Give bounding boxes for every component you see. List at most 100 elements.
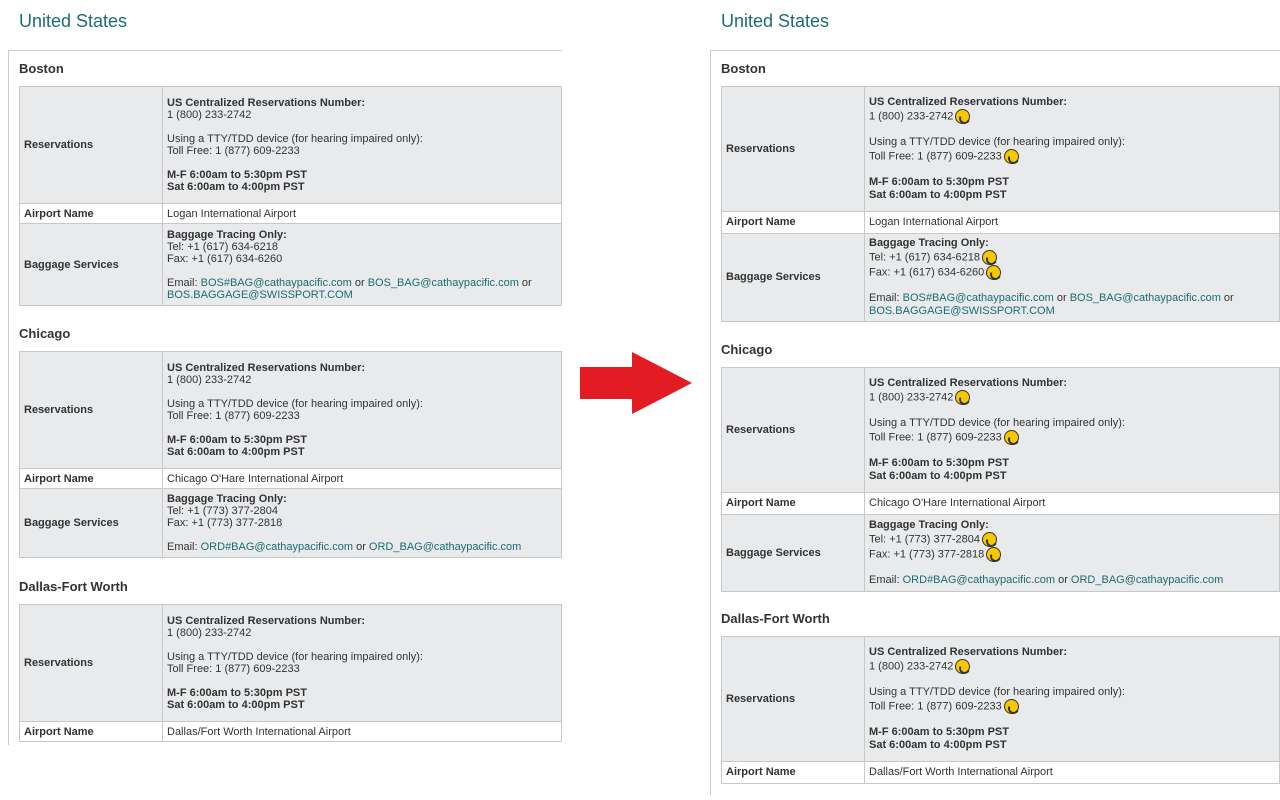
email-link[interactable]: ORD_BAG@cathaypacific.com bbox=[1071, 574, 1223, 586]
phone-icon[interactable] bbox=[982, 250, 998, 265]
phone-icon[interactable] bbox=[955, 659, 971, 674]
airport-name-value: Chicago O'Hare International Airport bbox=[162, 468, 562, 489]
toll-free-line: Toll Free: 1 (877) 609-2233 bbox=[869, 149, 1275, 164]
table-row: Reservations US Centralized Reservations… bbox=[721, 636, 1280, 762]
phone-icon[interactable] bbox=[1003, 430, 1019, 445]
email-link[interactable]: BOS#BAG@cathaypacific.com bbox=[903, 292, 1054, 304]
tel-line: Tel: +1 (617) 634-6218 bbox=[167, 240, 279, 253]
table-row: Airport Name Dallas/Fort Worth Internati… bbox=[19, 721, 562, 742]
fax-line: Fax: +1 (773) 377-2818 bbox=[869, 547, 1275, 562]
reservations-title: US Centralized Reservations Number: bbox=[869, 646, 1068, 658]
table-row: Airport Name Dallas/Fort Worth Internati… bbox=[721, 761, 1280, 784]
email-line: Email: ORD#BAG@cathaypacific.com or ORD_… bbox=[869, 574, 1224, 586]
airport-name-value: Logan International Airport bbox=[864, 211, 1280, 234]
table-row: Baggage Services Baggage Tracing Only: T… bbox=[19, 223, 562, 306]
email-line: Email: BOS#BAG@cathaypacific.com or BOS_… bbox=[869, 292, 1234, 317]
phone-icon[interactable] bbox=[982, 532, 998, 547]
reservations-cell: US Centralized Reservations Number: 1 (8… bbox=[864, 86, 1280, 212]
reservations-title: US Centralized Reservations Number: bbox=[167, 97, 366, 109]
phone-icon[interactable] bbox=[955, 109, 971, 124]
reservations-cell: US Centralized Reservations Number: 1 (8… bbox=[162, 351, 562, 469]
reservations-cell: US Centralized Reservations Number: 1 (8… bbox=[162, 86, 562, 204]
table-row: Airport Name Logan International Airport bbox=[721, 211, 1280, 234]
baggage-title: Baggage Tracing Only: bbox=[167, 228, 287, 241]
phone-icon[interactable] bbox=[1003, 699, 1019, 714]
baggage-services-label: Baggage Services bbox=[721, 514, 865, 592]
info-table-dallas: Reservations US Centralized Reservations… bbox=[19, 604, 562, 742]
airport-name-label: Airport Name bbox=[19, 203, 163, 224]
baggage-services-label: Baggage Services bbox=[19, 488, 163, 558]
table-row: Reservations US Centralized Reservations… bbox=[721, 86, 1280, 212]
email-link[interactable]: BOS_BAG@cathaypacific.com bbox=[1070, 292, 1221, 304]
baggage-services-cell: Baggage Tracing Only: Tel: +1 (617) 634-… bbox=[162, 223, 562, 306]
table-row: Reservations US Centralized Reservations… bbox=[19, 604, 562, 722]
hours-saturday: Sat 6:00am to 4:00pm PST bbox=[167, 181, 305, 193]
info-table-dallas: Reservations US Centralized Reservations… bbox=[721, 636, 1280, 784]
email-link[interactable]: BOS#BAG@cathaypacific.com bbox=[201, 277, 352, 289]
email-link[interactable]: ORD#BAG@cathaypacific.com bbox=[903, 574, 1055, 586]
hours-saturday: Sat 6:00am to 4:00pm PST bbox=[167, 446, 305, 458]
info-table-chicago: Reservations US Centralized Reservations… bbox=[19, 351, 562, 558]
table-row: Reservations US Centralized Reservations… bbox=[19, 86, 562, 204]
reservations-title: US Centralized Reservations Number: bbox=[167, 362, 366, 374]
reservations-title: US Centralized Reservations Number: bbox=[869, 96, 1068, 108]
tty-label: Using a TTY/TDD device (for hearing impa… bbox=[167, 133, 423, 145]
tty-label: Using a TTY/TDD device (for hearing impa… bbox=[167, 398, 423, 410]
table-row: Reservations US Centralized Reservations… bbox=[721, 367, 1280, 493]
baggage-title: Baggage Tracing Only: bbox=[869, 237, 989, 249]
toll-free-line: Toll Free: 1 (877) 609-2233 bbox=[869, 430, 1275, 445]
fax-line: Fax: +1 (773) 377-2818 bbox=[167, 517, 283, 529]
toll-free-line: Toll Free: 1 (877) 609-2233 bbox=[167, 663, 300, 675]
fax-line: Fax: +1 (617) 634-6260 bbox=[869, 265, 1275, 280]
airport-name-label: Airport Name bbox=[721, 211, 865, 234]
email-line: Email: BOS#BAG@cathaypacific.com or BOS_… bbox=[167, 276, 532, 301]
hours-weekday: M-F 6:00am to 5:30pm PST bbox=[167, 434, 307, 446]
email-link[interactable]: BOS.BAGGAGE@SWISSPORT.COM bbox=[167, 289, 353, 301]
baggage-title: Baggage Tracing Only: bbox=[869, 519, 989, 531]
email-link[interactable]: BOS.BAGGAGE@SWISSPORT.COM bbox=[869, 305, 1055, 317]
info-table-boston: Reservations US Centralized Reservations… bbox=[721, 86, 1280, 322]
tel-line: Tel: +1 (773) 377-2804 bbox=[869, 532, 1275, 547]
right-arrow-icon bbox=[580, 352, 692, 414]
table-row: Baggage Services Baggage Tracing Only: T… bbox=[721, 514, 1280, 592]
table-row: Airport Name Chicago O'Hare Internationa… bbox=[19, 468, 562, 489]
reservations-label: Reservations bbox=[721, 367, 865, 493]
hours-weekday: M-F 6:00am to 5:30pm PST bbox=[869, 726, 1009, 738]
after-panel: United States Boston Reservations US Cen… bbox=[710, 0, 1280, 800]
toll-free-line: Toll Free: 1 (877) 609-2233 bbox=[167, 145, 300, 157]
phone-icon[interactable] bbox=[1003, 149, 1019, 164]
hours-saturday: Sat 6:00am to 4:00pm PST bbox=[869, 739, 1007, 751]
email-link[interactable]: ORD#BAG@cathaypacific.com bbox=[201, 541, 353, 553]
phone-icon[interactable] bbox=[986, 547, 1002, 562]
reservations-cell: US Centralized Reservations Number: 1 (8… bbox=[864, 636, 1280, 762]
hours-saturday: Sat 6:00am to 4:00pm PST bbox=[869, 470, 1007, 482]
email-link[interactable]: BOS_BAG@cathaypacific.com bbox=[368, 277, 519, 289]
city-heading-chicago: Chicago bbox=[19, 326, 71, 341]
airport-name-value: Chicago O'Hare International Airport bbox=[864, 492, 1280, 515]
tel-line: Tel: +1 (617) 634-6218 bbox=[869, 250, 1275, 265]
city-heading-dallas: Dallas-Fort Worth bbox=[721, 611, 830, 626]
reservations-number-line: 1 (800) 233-2742 bbox=[869, 659, 1275, 674]
country-title: United States bbox=[721, 11, 830, 31]
airport-name-value: Dallas/Fort Worth International Airport bbox=[162, 721, 562, 742]
email-link[interactable]: ORD_BAG@cathaypacific.com bbox=[369, 541, 521, 553]
hours-weekday: M-F 6:00am to 5:30pm PST bbox=[869, 176, 1009, 188]
hours-weekday: M-F 6:00am to 5:30pm PST bbox=[167, 687, 307, 699]
reservations-cell: US Centralized Reservations Number: 1 (8… bbox=[162, 604, 562, 722]
reservations-number: 1 (800) 233-2742 bbox=[167, 374, 252, 386]
reservations-number-line: 1 (800) 233-2742 bbox=[869, 390, 1275, 405]
reservations-title: US Centralized Reservations Number: bbox=[869, 377, 1068, 389]
tty-label: Using a TTY/TDD device (for hearing impa… bbox=[869, 417, 1125, 429]
city-heading-boston: Boston bbox=[721, 61, 766, 76]
country-title: United States bbox=[19, 11, 128, 31]
reservations-cell: US Centralized Reservations Number: 1 (8… bbox=[864, 367, 1280, 493]
tty-label: Using a TTY/TDD device (for hearing impa… bbox=[869, 686, 1125, 698]
fax-line: Fax: +1 (617) 634-6260 bbox=[167, 252, 283, 265]
hours-weekday: M-F 6:00am to 5:30pm PST bbox=[167, 169, 307, 181]
city-heading-dallas: Dallas-Fort Worth bbox=[19, 579, 128, 594]
hours-weekday: M-F 6:00am to 5:30pm PST bbox=[869, 457, 1009, 469]
baggage-services-cell: Baggage Tracing Only: Tel: +1 (773) 377-… bbox=[864, 514, 1280, 592]
phone-icon[interactable] bbox=[955, 390, 971, 405]
phone-icon[interactable] bbox=[986, 265, 1002, 280]
baggage-title: Baggage Tracing Only: bbox=[167, 493, 287, 505]
